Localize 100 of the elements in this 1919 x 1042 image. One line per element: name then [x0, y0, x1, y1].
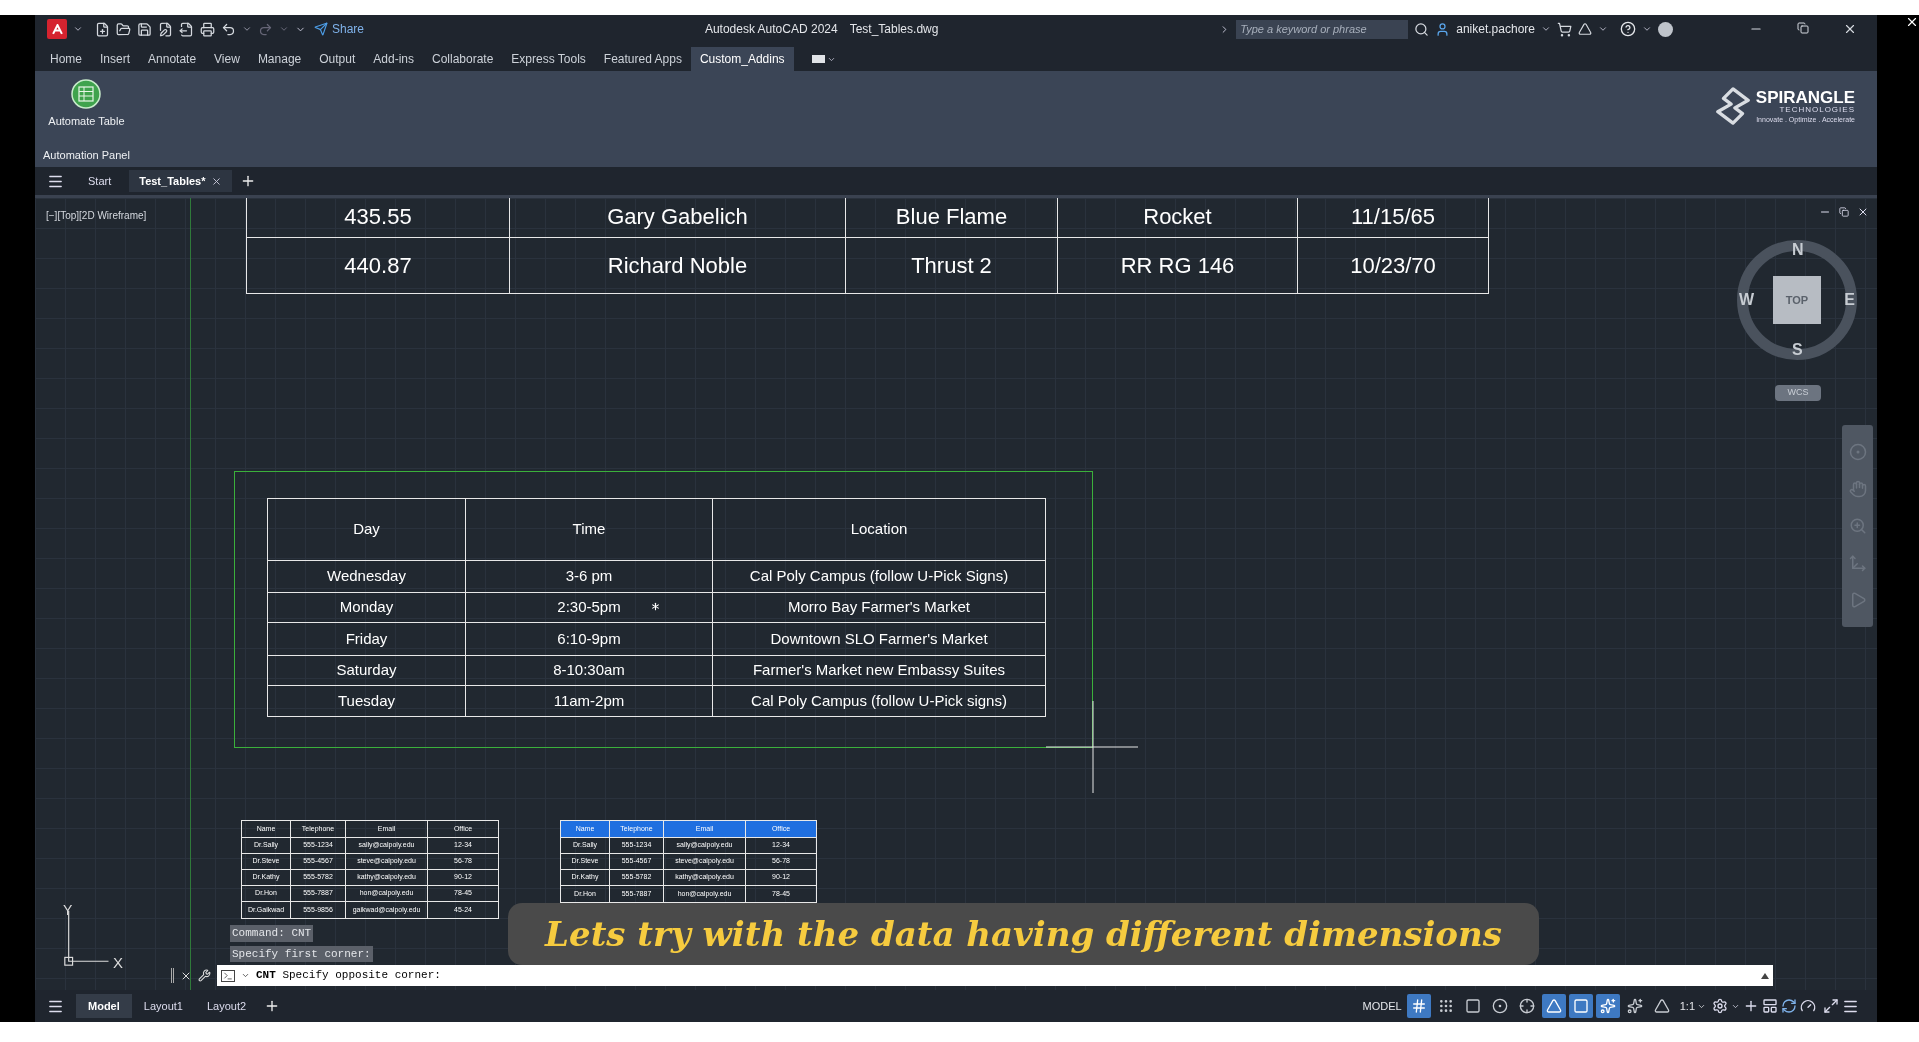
file-tab[interactable]: Start: [78, 170, 122, 192]
table-cell-text: 10/23/70: [1349, 252, 1437, 280]
square-icon: [1464, 998, 1481, 1014]
close-icon[interactable]: [1857, 206, 1869, 218]
compass-north-label[interactable]: N: [1792, 242, 1804, 258]
print-icon[interactable]: [200, 21, 215, 37]
panel-toggle-icon[interactable]: [811, 55, 825, 63]
annotation-scale-button[interactable]: 1:1: [1676, 997, 1709, 1015]
grip-icon[interactable]: [171, 968, 174, 983]
help-icon[interactable]: [1620, 21, 1636, 37]
y-axis-label: Y: [63, 901, 73, 920]
restore-icon[interactable]: [1839, 207, 1849, 217]
triangle-icon[interactable]: [1578, 22, 1592, 36]
folder-icon[interactable]: [116, 21, 131, 37]
ribbon-tab[interactable]: Insert: [91, 47, 140, 71]
table-cell: Gary Gabelich: [510, 198, 846, 238]
table-cell: RR RG 146: [1058, 238, 1298, 293]
scroll-up-icon[interactable]: [1761, 972, 1769, 979]
ribbon-tab[interactable]: Custom_Addins: [690, 47, 794, 71]
compass-east-label[interactable]: E: [1844, 292, 1855, 308]
ribbon-tab[interactable]: Add-ins: [364, 47, 423, 71]
redo-icon[interactable]: [258, 21, 273, 37]
model-space-label[interactable]: MODEL: [1362, 997, 1402, 1015]
command-input-text: CNT Specify opposite corner:: [256, 968, 441, 984]
file-output-icon[interactable]: [179, 21, 194, 37]
table-cell: 11/15/65: [1298, 198, 1488, 238]
gauge-icon[interactable]: [1800, 998, 1816, 1014]
table-cell: Rocket: [1058, 198, 1298, 238]
caret-icon[interactable]: [73, 24, 83, 34]
logo-subtitle: TECHNOLOGIES: [1779, 106, 1855, 114]
search-field[interactable]: Type a keyword or phrase: [1236, 19, 1409, 39]
table-cell: Thrust 2: [846, 238, 1058, 293]
table-cell: 440.87: [247, 238, 510, 293]
asterisk-cursor-icon: [649, 600, 662, 613]
viewport-label[interactable]: [−][Top][2D Wireframe]: [46, 208, 147, 223]
app-title: Autodesk AutoCAD 2024: [704, 21, 838, 38]
compass-west-label[interactable]: W: [1739, 292, 1755, 308]
caret-icon[interactable]: [1541, 24, 1551, 34]
ribbon-tab[interactable]: Manage: [248, 47, 311, 71]
table-cell: 3-6 pm: [466, 561, 713, 593]
file-pen-icon[interactable]: [158, 21, 173, 37]
table-cell: 6:10-9pm: [466, 623, 713, 656]
view-cube[interactable]: N W TOP E S: [1737, 240, 1857, 360]
user-name[interactable]: aniket.pachore: [1456, 20, 1535, 38]
table-cell: 435.55: [247, 198, 510, 238]
command-line-field[interactable]: CNT Specify opposite corner:: [217, 965, 1773, 986]
x-axis-label: X: [113, 953, 123, 973]
layout-tab[interactable]: Layout1: [131, 994, 195, 1018]
caret-icon[interactable]: [241, 971, 250, 980]
user-icon[interactable]: [1435, 21, 1451, 37]
expand-icon[interactable]: [1823, 998, 1839, 1014]
ribbon-tab[interactable]: Express Tools: [502, 47, 595, 71]
plus-icon[interactable]: [1743, 998, 1759, 1014]
new-file-icon[interactable]: [95, 21, 110, 37]
table-header-cell: Day: [268, 499, 466, 561]
status-toggle[interactable]: [1406, 994, 1431, 1018]
caption-text: Lets try with the data having different dimensions: [545, 912, 1502, 956]
status-toggle[interactable]: [1568, 994, 1593, 1018]
app-logo-icon[interactable]: [47, 19, 67, 39]
triangle-icon: [1545, 998, 1562, 1014]
automate-table-button[interactable]: Automate Table: [43, 79, 130, 130]
close-icon[interactable]: [1843, 22, 1857, 36]
cart-icon[interactable]: [1557, 21, 1572, 37]
search-icon[interactable]: [1414, 21, 1430, 37]
table-cell: Monday: [268, 593, 466, 623]
sparkle-icon: [1626, 998, 1643, 1014]
layout-tab[interactable]: Layout2: [194, 994, 259, 1018]
caret-icon[interactable]: [242, 24, 252, 34]
close-icon[interactable]: [211, 175, 223, 187]
drawing-canvas[interactable]: [35, 195, 1877, 990]
layout-panel-icon[interactable]: [1762, 998, 1778, 1014]
caret-icon[interactable]: [1598, 24, 1608, 34]
ribbon-tab[interactable]: Collaborate: [422, 47, 503, 71]
status-toggle[interactable]: [1595, 994, 1620, 1018]
logo-name: SPIRANGLE: [1755, 89, 1855, 106]
ribbon-tab[interactable]: Output: [310, 47, 365, 71]
table-cell: Tuesday: [268, 686, 466, 716]
refresh-icon[interactable]: [1781, 998, 1797, 1014]
ribbon-tab[interactable]: Home: [41, 47, 91, 71]
table-cell: Saturday: [268, 656, 466, 686]
share-button[interactable]: Share: [314, 20, 365, 38]
ribbon-tab[interactable]: View: [205, 47, 249, 71]
grid-icon: [1410, 998, 1427, 1014]
table-cell: Friday: [268, 623, 466, 656]
save-icon[interactable]: [137, 21, 152, 37]
ribbon-tab[interactable]: Annotate: [139, 47, 206, 71]
wrench-icon[interactable]: [198, 969, 211, 982]
layout-tab[interactable]: Model: [76, 994, 132, 1018]
close-icon[interactable]: [1905, 15, 1919, 29]
restore-icon[interactable]: [1797, 22, 1809, 34]
caret-icon[interactable]: [1642, 24, 1652, 34]
status-toggle[interactable]: [1541, 994, 1566, 1018]
compass-south-label[interactable]: S: [1792, 342, 1803, 358]
table-cell: 8-10:30am: [466, 656, 713, 686]
file-tab[interactable]: Test_Tables*: [129, 170, 233, 192]
ribbon-tab[interactable]: Featured Apps: [594, 47, 691, 71]
table-cell: Cal Poly Campus (follow U-Pick Signs): [713, 561, 1045, 593]
undo-icon[interactable]: [221, 21, 236, 37]
settings-icon[interactable]: [1712, 998, 1728, 1014]
table-cell: Blue Flame: [846, 198, 1058, 238]
